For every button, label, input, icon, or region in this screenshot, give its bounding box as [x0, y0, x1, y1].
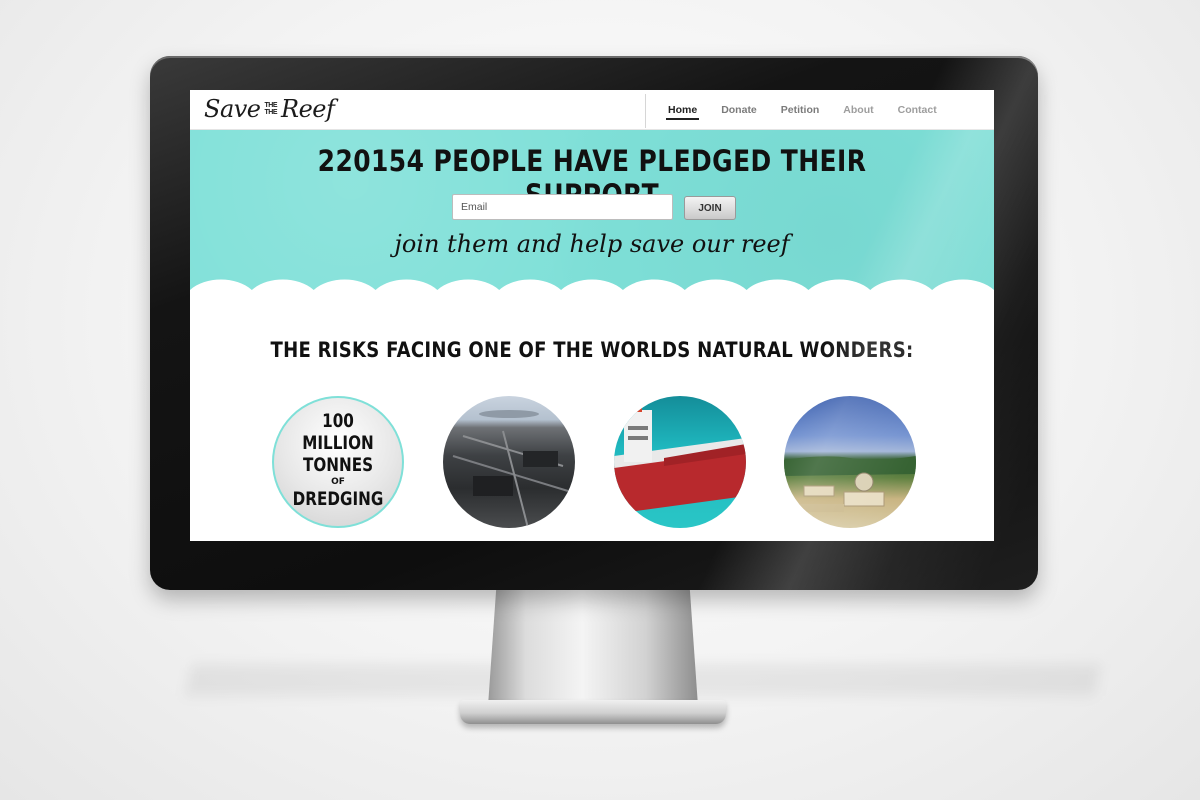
email-input[interactable]: [452, 194, 673, 220]
nav-item-about[interactable]: About: [831, 90, 885, 130]
nav-item-petition[interactable]: Petition: [769, 90, 832, 130]
website-screen: Save THE THE Reef Home Donate Petition A…: [190, 90, 994, 541]
dredging-infographic-text: 100 MILLION TONNES OF DREDGING: [274, 410, 402, 510]
main-nav: Home Donate Petition About Contact: [656, 90, 949, 130]
logo-the-bottom: THE: [264, 109, 278, 116]
nav-item-home[interactable]: Home: [656, 90, 709, 130]
join-button[interactable]: JOIN: [684, 196, 736, 220]
coal-terminal-photo: [452, 410, 569, 528]
cargo-ship-photo: [614, 400, 746, 514]
dredging-line-5: DREDGING: [292, 488, 384, 510]
risks-heading: THE RISKS FACING ONE OF THE WORLDS NATUR…: [270, 338, 914, 362]
dredging-line-4: OF: [331, 477, 345, 487]
site-logo[interactable]: Save THE THE Reef: [204, 94, 335, 124]
logo-reef-text: Reef: [281, 95, 335, 123]
coastal-development-photo-circle[interactable]: [784, 396, 916, 528]
dredging-line-1: 100: [322, 410, 354, 432]
nav-item-donate[interactable]: Donate: [709, 90, 769, 130]
wave-divider: [190, 279, 994, 302]
dredging-line-3: TONNES: [302, 454, 374, 476]
coastal-development-photo: [784, 456, 916, 512]
dredging-line-2: MILLION: [302, 432, 374, 454]
monitor-stand-neck: [488, 586, 698, 706]
logo-the-text: THE THE: [265, 102, 278, 116]
monitor-stand-base: [460, 700, 726, 724]
site-header: Save THE THE Reef Home Donate Petition A…: [190, 90, 994, 130]
dredging-infographic-circle[interactable]: 100 MILLION TONNES OF DREDGING: [272, 396, 404, 528]
logo-save-text: Save: [204, 95, 261, 123]
logo-the-top: THE: [264, 102, 278, 109]
nav-divider: [645, 94, 646, 128]
hero-tagline: join them and help save our reef: [394, 230, 790, 258]
coal-terminal-photo-circle[interactable]: [443, 396, 575, 528]
pledge-hero: 220154 PEOPLE HAVE PLEDGED THEIR SUPPORT…: [190, 130, 994, 302]
nav-item-contact[interactable]: Contact: [886, 90, 949, 130]
cargo-ship-photo-circle[interactable]: [614, 396, 746, 528]
